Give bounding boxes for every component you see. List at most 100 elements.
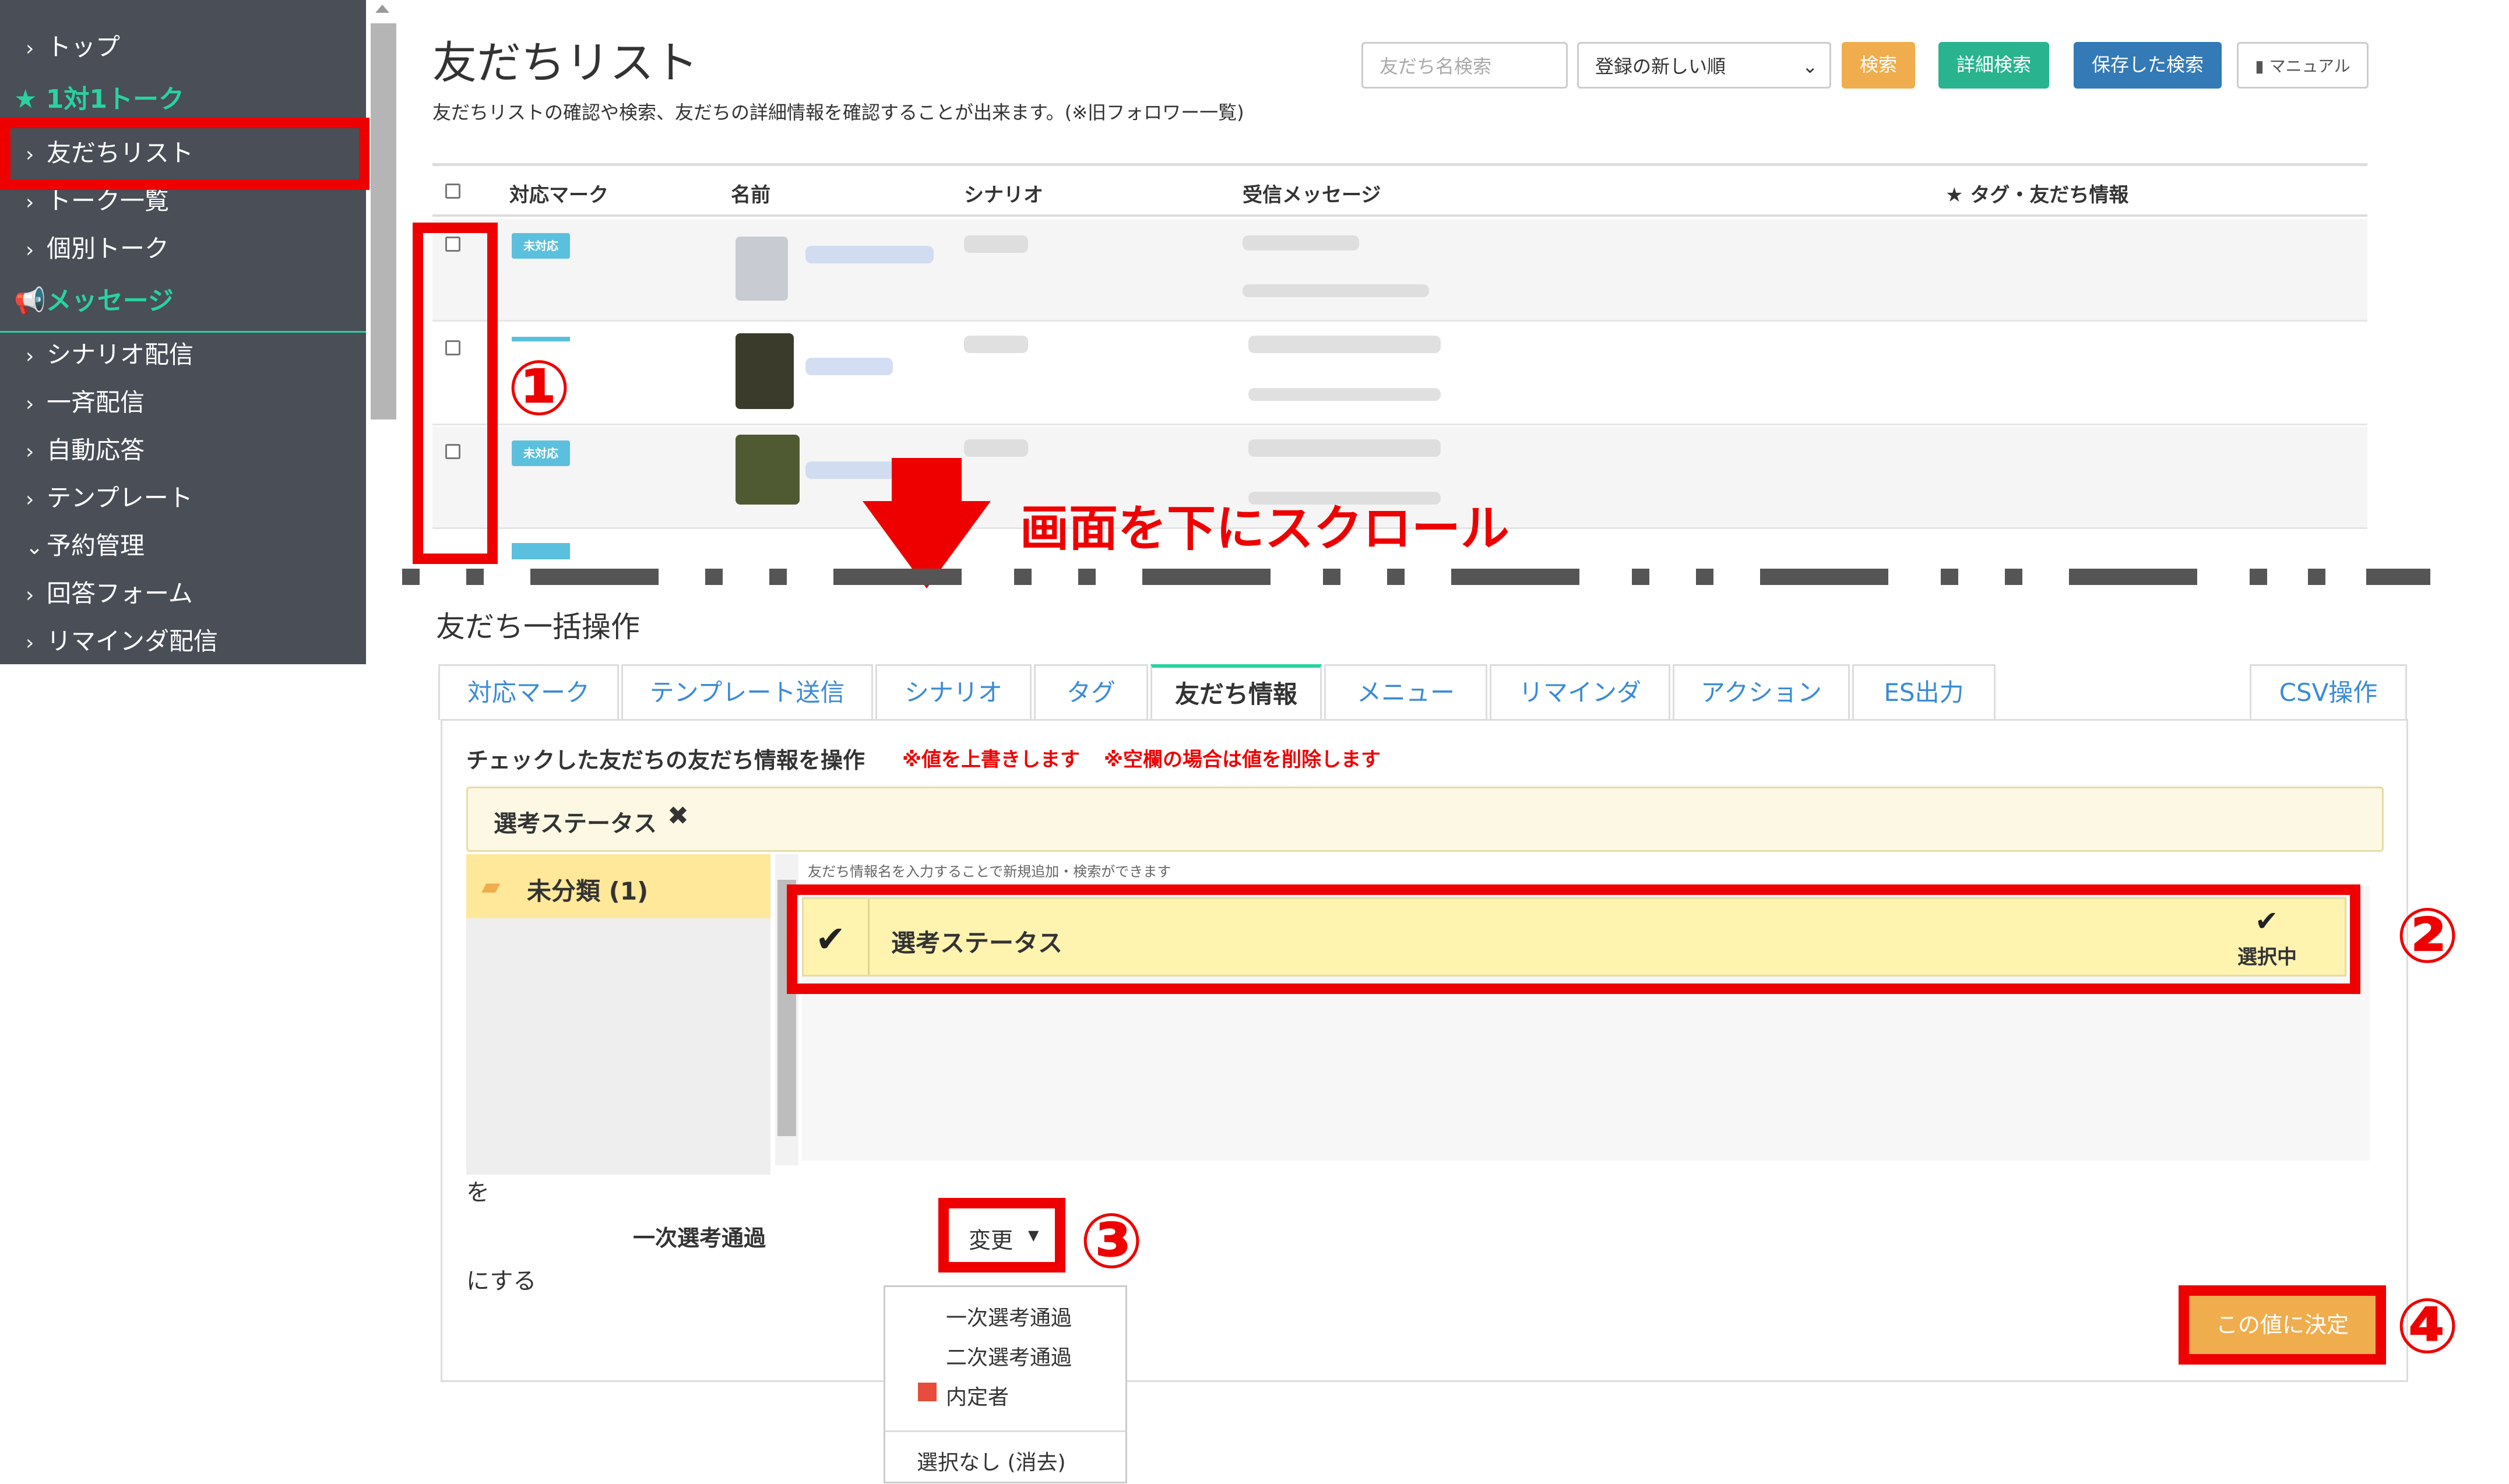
tab-friend-info[interactable]: 友だち情報 — [1150, 664, 1322, 722]
chevron-right-icon: › — [26, 344, 34, 368]
sidebar-section-talk: ★ 1対1トーク — [14, 84, 184, 114]
selected-value: 一次選考通過 — [633, 1225, 766, 1251]
scenario-cell — [964, 439, 1028, 457]
sidebar-section-message: 📢メッセージ — [14, 286, 174, 316]
info-list-scrollbar[interactable] — [2370, 886, 2393, 1161]
tab-tag[interactable]: タグ — [1034, 664, 1148, 720]
sort-select[interactable]: 登録の新しい順 ⌄ — [1577, 42, 1831, 89]
scenario-cell — [964, 336, 1028, 353]
value-dropdown-menu: 一次選考通過 二次選考通過 内定者 選択なし (消去) — [884, 1285, 1127, 1483]
option-offer[interactable]: 内定者 — [946, 1380, 1009, 1411]
confirm-value-button[interactable]: この値に決定 — [2179, 1285, 2386, 1365]
chevron-down-icon: ⌄ — [26, 535, 44, 559]
caret-down-icon: ▼ — [1028, 1227, 1039, 1243]
chevron-right-icon: › — [26, 392, 34, 416]
change-dropdown-button[interactable]: 変更 ▼ — [938, 1198, 1065, 1272]
sidebar-item-broadcast[interactable]: › 一斉配信 — [0, 379, 366, 426]
sidebar-item-scenario[interactable]: › シナリオ配信 — [0, 331, 366, 379]
scenario-cell — [964, 235, 1028, 253]
scroll-instruction: 画面を下にスクロール — [1020, 500, 1510, 557]
status-badge: 未対応 — [512, 233, 570, 259]
chevron-right-icon: › — [26, 440, 34, 464]
table-row[interactable] — [432, 323, 2367, 425]
search-button[interactable]: 検索 — [1842, 42, 1915, 89]
message-cell — [1243, 235, 1359, 251]
table-row[interactable]: 未対応 — [432, 219, 2367, 322]
step-4-marker: ④ — [2395, 1282, 2460, 1370]
message-cell — [1248, 336, 1441, 353]
sidebar-item-top[interactable]: › トップ — [0, 23, 366, 71]
col-mark: 対応マーク — [509, 184, 608, 207]
message-date — [1243, 284, 1429, 297]
col-name: 名前 — [731, 184, 770, 207]
book-icon: ▮ — [2255, 57, 2269, 76]
info-hint: 友だち情報名を入力することで新規追加・検索ができます — [808, 863, 1171, 880]
chevron-right-icon: › — [26, 631, 34, 655]
message-date — [1248, 388, 1441, 401]
sidebar-item-template[interactable]: › テンプレート — [0, 474, 366, 522]
chevron-right-icon: › — [26, 37, 34, 61]
highlight-checkboxes — [413, 223, 498, 564]
select-all-checkbox[interactable] — [445, 184, 460, 199]
manual-button[interactable]: ▮ マニュアル — [2237, 42, 2369, 89]
friend-search-input[interactable]: 友だち名検索 — [1361, 42, 1568, 89]
avatar — [736, 237, 788, 301]
advanced-search-button[interactable]: 詳細検索 — [1938, 42, 2049, 89]
sidebar-item-individual-talk[interactable]: › 個別トーク — [0, 225, 366, 273]
sidebar-item-auto-reply[interactable]: › 自動応答 — [0, 426, 366, 474]
sidebar-item-reminder[interactable]: › リマインダ配信 — [0, 618, 366, 665]
selected-info-bar: 選考ステータス ✖ — [466, 787, 2384, 852]
tab-scenario[interactable]: シナリオ — [875, 664, 1032, 720]
bulk-heading: 友だち一括操作 — [436, 610, 640, 644]
tab-es-output[interactable]: ES出力 — [1852, 664, 1996, 720]
status-badge: 未対応 — [512, 440, 570, 466]
avatar — [736, 435, 800, 505]
remove-icon[interactable]: ✖ — [667, 801, 689, 831]
page-title: 友だちリスト — [432, 37, 698, 89]
option-second-pass[interactable]: 二次選考通過 — [946, 1341, 1072, 1371]
option-clear[interactable]: 選択なし (消去) — [917, 1446, 1066, 1476]
tab-template[interactable]: テンプレート送信 — [621, 664, 873, 720]
table-header: 対応マーク 名前 シナリオ 受信メッセージ ★ タグ・友だち情報 — [432, 163, 2367, 217]
page-subtitle: 友だちリストの確認や検索、友だちの詳細情報を確認することが出来ます。(※旧フォロ… — [432, 101, 1244, 124]
megaphone-icon: 📢 — [14, 286, 46, 316]
sidebar: › トップ ★ 1対1トーク › 友だちリスト › トーク一覧 › 個別トーク 📢メッセ… — [0, 0, 366, 664]
step-3-marker: ③ — [1079, 1197, 1144, 1285]
chevron-right-icon: › — [26, 583, 34, 607]
selected-info-tag: 選考ステータス — [494, 810, 657, 837]
option-first-pass[interactable]: 一次選考通過 — [946, 1301, 1072, 1331]
message-cell — [1248, 439, 1441, 457]
tab-csv[interactable]: CSV操作 — [2250, 664, 2407, 720]
tab-action[interactable]: アクション — [1673, 664, 1850, 720]
friend-name[interactable] — [805, 246, 934, 263]
chevron-right-icon: › — [26, 488, 34, 512]
sidebar-item-reservation[interactable]: ⌄ 予約管理 — [0, 522, 366, 570]
status-badge — [512, 337, 570, 341]
bulk-instruction: チェックした友だちの友だち情報を操作 — [466, 748, 865, 773]
highlight-friend-list — [0, 118, 370, 190]
red-color-square — [918, 1383, 937, 1401]
nisuru-label: にする — [466, 1268, 537, 1295]
chevron-right-icon: › — [26, 238, 34, 262]
highlight-info-item — [787, 884, 2360, 994]
step-2-marker: ② — [2395, 891, 2460, 980]
friend-name[interactable] — [805, 358, 893, 375]
wo-label: を — [466, 1179, 490, 1206]
tab-menu[interactable]: メニュー — [1324, 664, 1487, 720]
tab-reminder[interactable]: リマインダ — [1490, 664, 1670, 720]
tab-mark[interactable]: 対応マーク — [438, 664, 619, 720]
scroll-up-icon[interactable] — [375, 5, 389, 13]
folder-item-uncategorized[interactable]: ▰ 未分類 (1) — [466, 854, 770, 918]
chevron-down-icon: ⌄ — [1802, 55, 1818, 77]
saved-search-button[interactable]: 保存した検索 — [2074, 42, 2222, 89]
step-1-marker: ① — [507, 344, 572, 432]
star-icon: ★ — [14, 84, 46, 114]
sidebar-item-answer-form[interactable]: › 回答フォーム — [0, 570, 366, 618]
status-badge — [512, 543, 570, 559]
scrollbar-thumb[interactable] — [371, 23, 396, 420]
col-scenario: シナリオ — [964, 184, 1043, 207]
down-arrow-shaft — [892, 458, 962, 505]
overwrite-note: ※値を上書きします — [902, 748, 1081, 771]
sidebar-scrollbar[interactable] — [368, 0, 401, 664]
delete-note: ※空欄の場合は値を削除します — [1104, 748, 1381, 771]
